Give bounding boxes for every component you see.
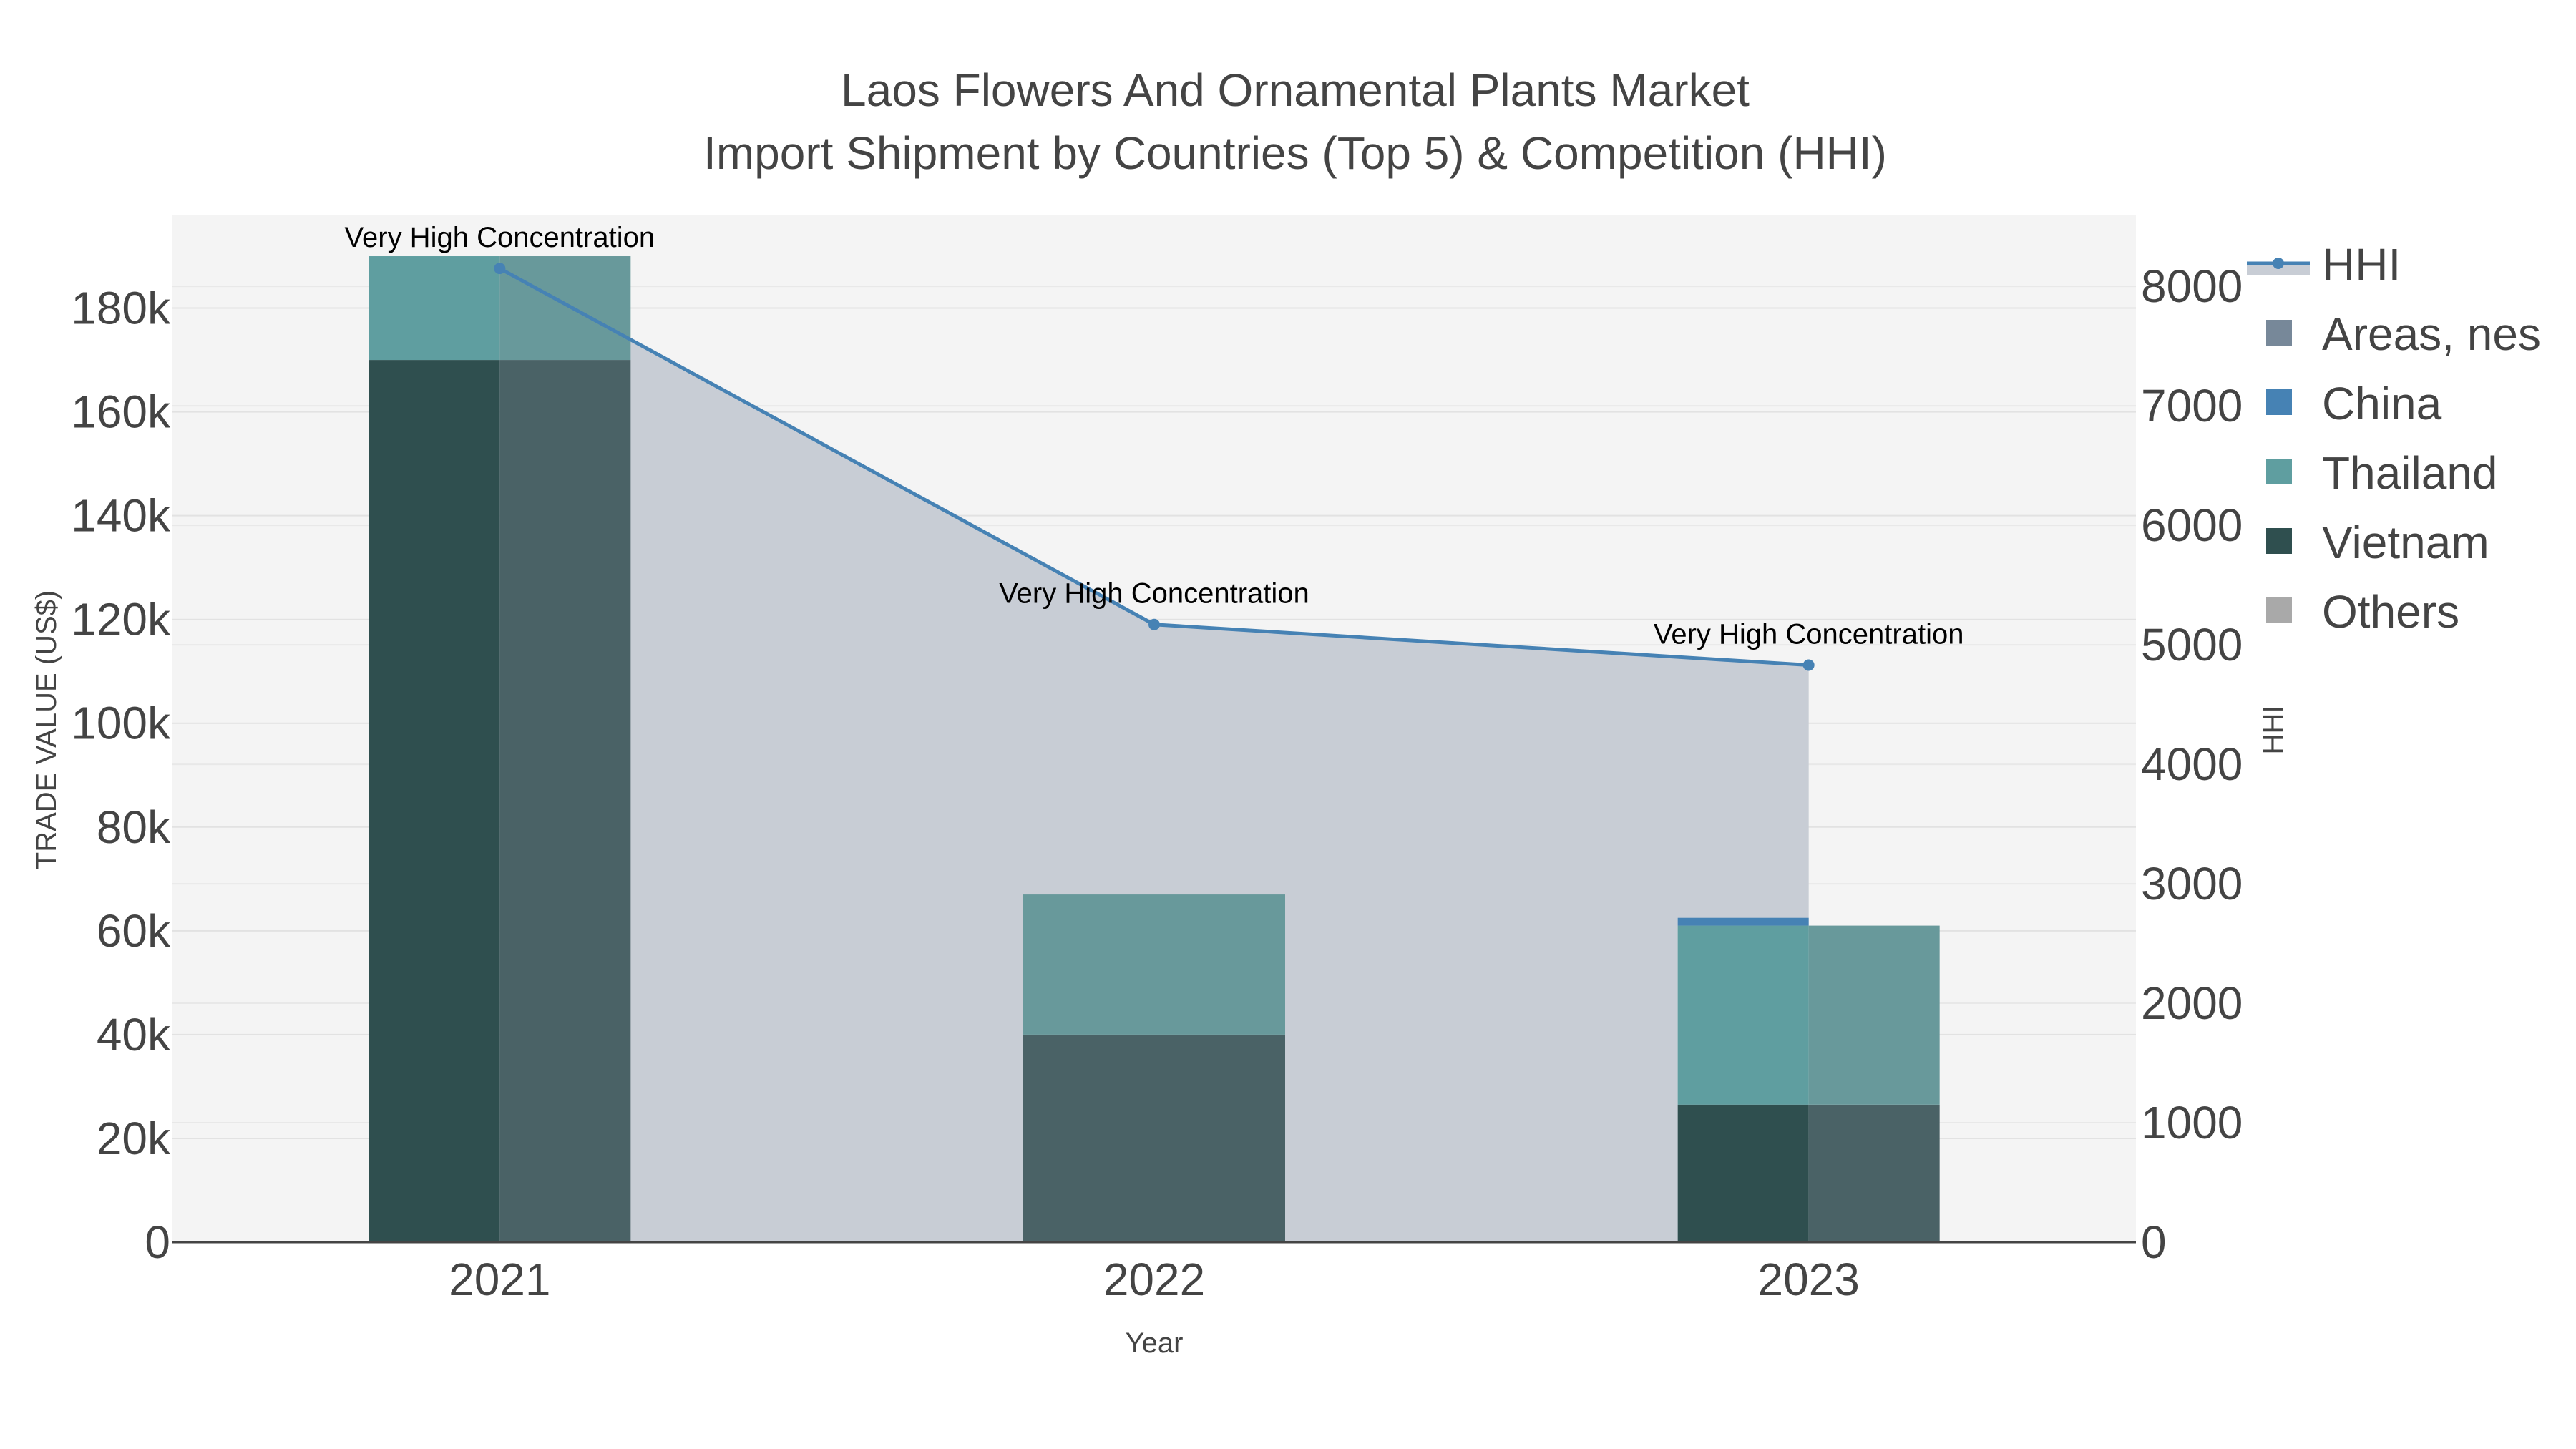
bar-thailand (369, 256, 500, 361)
y2-tick-label: 4000 (2141, 738, 2243, 790)
x-axis-ticks: 2021 2022 2023 (449, 1254, 1860, 1305)
bar-vietnam (1677, 1104, 1809, 1242)
chart-title: Laos Flowers And Ornamental Plants Marke… (841, 64, 1750, 116)
y2-tick-label: 7000 (2141, 380, 2243, 431)
legend-label: Thailand (2322, 447, 2498, 499)
legend[interactable]: HHI Areas, nes China Thailand Vietnam Others (2247, 239, 2541, 638)
y2-axis-title: HHI (2258, 706, 2289, 755)
legend-label: Vietnam (2322, 517, 2489, 568)
hhi-annotation: Very High Concentration (1654, 619, 1964, 650)
legend-item-areas-nes[interactable]: Areas, nes (2266, 308, 2541, 360)
y2-tick-label: 8000 (2141, 260, 2243, 312)
legend-swatch (2266, 320, 2292, 346)
x-tick-label: 2021 (449, 1254, 550, 1305)
bar-overlay-thailand (1023, 894, 1285, 1035)
hhi-annotation: Very High Concentration (999, 578, 1309, 610)
hhi-annotation: Very High Concentration (345, 222, 655, 253)
y-tick-label: 20k (97, 1113, 171, 1164)
y2-tick-label: 1000 (2141, 1097, 2243, 1148)
bar-overlay-vietnam (499, 360, 631, 1243)
legend-label: China (2322, 378, 2442, 429)
y-axis-ticks: 0 20k 40k 60k 80k 100k 120k 140k 160k 180k (71, 283, 171, 1268)
x-tick-label: 2022 (1103, 1254, 1205, 1305)
y-tick-label: 180k (71, 283, 171, 334)
chart-subtitle: Import Shipment by Countries (Top 5) & C… (703, 127, 1887, 179)
y-tick-label: 80k (97, 801, 171, 853)
y-tick-label: 120k (71, 594, 171, 645)
bar-overlay-thailand (499, 256, 631, 361)
hhi-point (494, 263, 506, 275)
hhi-point (1802, 659, 1815, 671)
legend-swatch (2266, 597, 2292, 623)
y2-tick-label: 2000 (2141, 977, 2243, 1029)
y2-tick-label: 0 (2141, 1216, 2167, 1268)
y-tick-label: 100k (71, 698, 171, 749)
legend-label: HHI (2322, 239, 2401, 291)
y-tick-label: 40k (97, 1009, 171, 1060)
y2-tick-label: 3000 (2141, 858, 2243, 909)
y-tick-label: 160k (71, 386, 171, 438)
legend-item-hhi[interactable]: HHI (2247, 239, 2401, 291)
legend-item-others[interactable]: Others (2266, 586, 2459, 638)
legend-swatch (2266, 459, 2292, 484)
bar-thailand (1677, 925, 1809, 1105)
y2-axis-ticks: 0 1000 2000 3000 4000 5000 6000 7000 8000 (2141, 260, 2243, 1268)
y-tick-label: 60k (97, 905, 171, 957)
bar-overlay-vietnam (1023, 1034, 1285, 1242)
legend-item-thailand[interactable]: Thailand (2266, 447, 2498, 499)
legend-swatch (2266, 389, 2292, 415)
x-axis-title: Year (1126, 1327, 1184, 1359)
bar-overlay-thailand (1808, 925, 1940, 1105)
bar-overlay-vietnam (1808, 1104, 1940, 1242)
legend-label: Areas, nes (2322, 308, 2541, 360)
bar-china (1677, 917, 1809, 926)
hhi-point (1148, 618, 1160, 630)
legend-item-vietnam[interactable]: Vietnam (2266, 517, 2489, 568)
legend-label: Others (2322, 586, 2459, 638)
legend-swatch (2266, 528, 2292, 554)
y-axis-title: TRADE VALUE (US$) (31, 590, 62, 869)
y-tick-label: 0 (145, 1216, 170, 1268)
y2-tick-label: 5000 (2141, 619, 2243, 670)
x-tick-label: 2023 (1757, 1254, 1859, 1305)
bar-vietnam (369, 360, 500, 1243)
y-tick-label: 140k (71, 490, 171, 542)
chart: 0 20k 40k 60k 80k 100k 120k 140k 160k 180k 0 1000 2… (31, 64, 2541, 1359)
legend-item-china[interactable]: China (2266, 378, 2442, 429)
y2-tick-label: 6000 (2141, 499, 2243, 551)
legend-hhi-marker (2273, 258, 2284, 269)
